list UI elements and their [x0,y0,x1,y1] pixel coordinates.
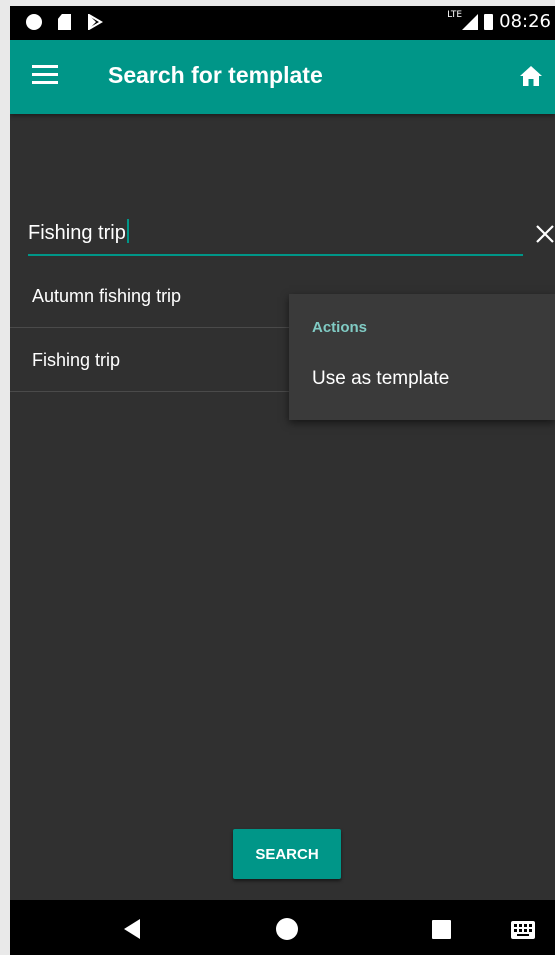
signal-icon [462,13,479,30]
list-item-label: Fishing trip [32,350,121,370]
search-input[interactable]: Fishing trip [28,216,523,256]
screen-frame: LTE 08:26 Search for template Fishing tr… [0,0,555,955]
sd-card-icon [58,14,71,30]
status-bar: LTE 08:26 [10,6,555,40]
status-time: 08:26 [499,11,551,32]
page-title: Search for template [108,62,323,88]
actions-popup-menu: Actions Use as template [289,294,555,420]
app-screen: LTE 08:26 Search for template Fishing tr… [10,6,555,955]
text-caret [126,219,129,243]
home-circle-icon[interactable] [276,918,298,940]
home-icon[interactable] [519,64,543,88]
recents-icon[interactable] [432,920,451,939]
popup-menu-header: Actions [312,319,368,336]
battery-icon [484,13,494,30]
status-notifications [26,14,103,30]
navigation-bar [10,900,555,955]
app-bar: Search for template [10,40,555,114]
search-button[interactable]: SEARCH [233,829,341,879]
keyboard-icon[interactable] [511,921,535,939]
back-icon[interactable] [122,918,142,940]
status-system: LTE 08:26 [447,9,551,33]
menu-item-label: Use as template [312,368,450,389]
play-store-icon [88,14,103,30]
search-input-value: Fishing trip [28,222,126,244]
network-label: LTE [447,9,463,20]
hamburger-menu-icon[interactable] [32,65,58,87]
close-icon[interactable] [535,224,555,244]
list-item-label: Autumn fishing trip [32,286,182,306]
record-dot-icon [26,14,42,30]
use-as-template-menu-item[interactable]: Use as template [289,360,555,410]
